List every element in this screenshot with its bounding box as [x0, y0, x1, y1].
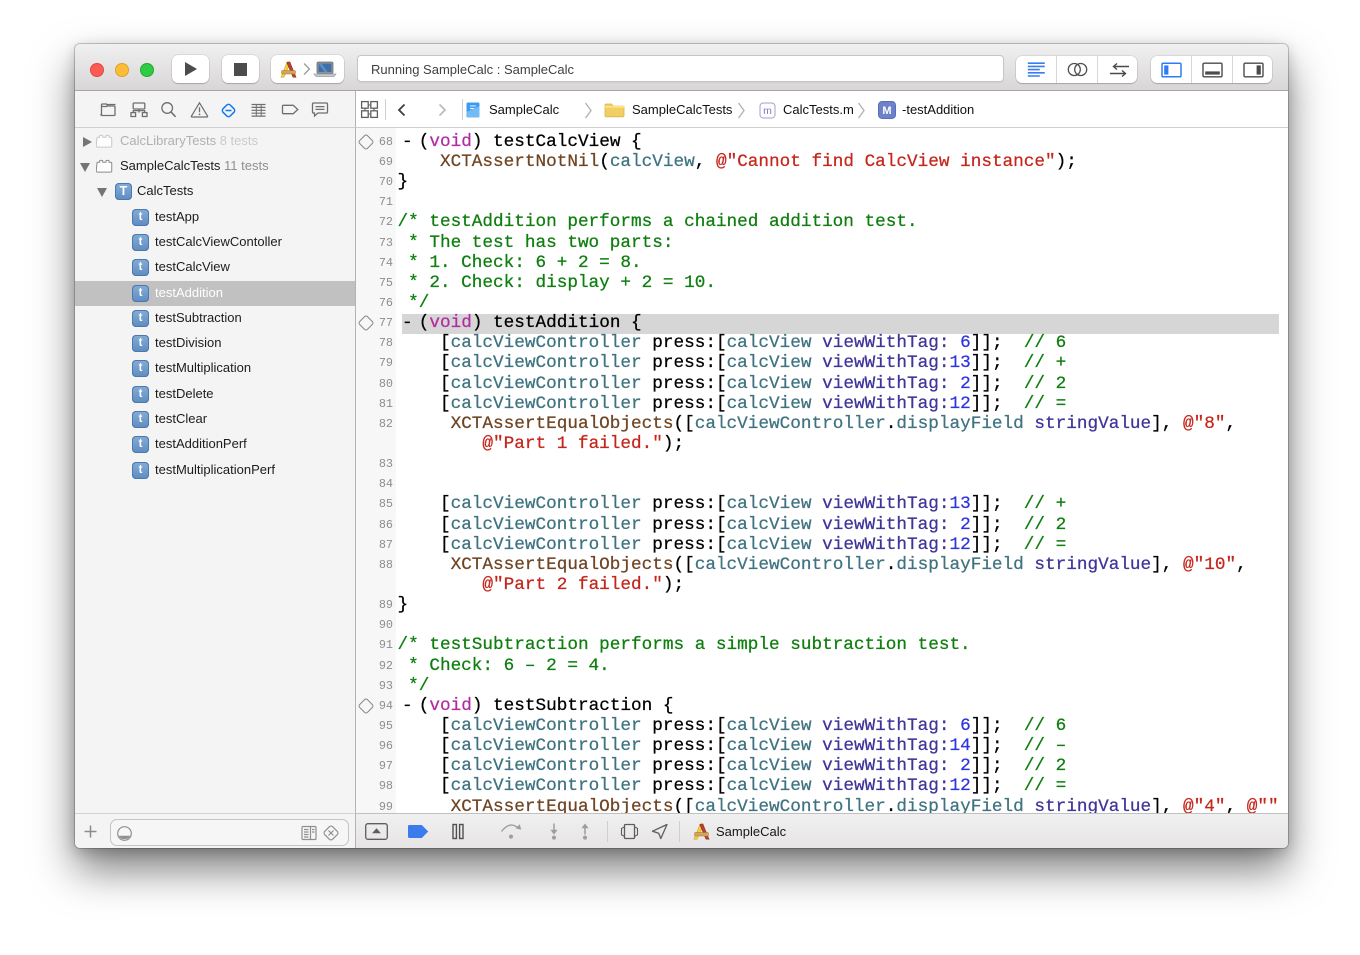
svg-text:M: M: [882, 105, 891, 117]
svg-text:m: m: [763, 105, 772, 117]
